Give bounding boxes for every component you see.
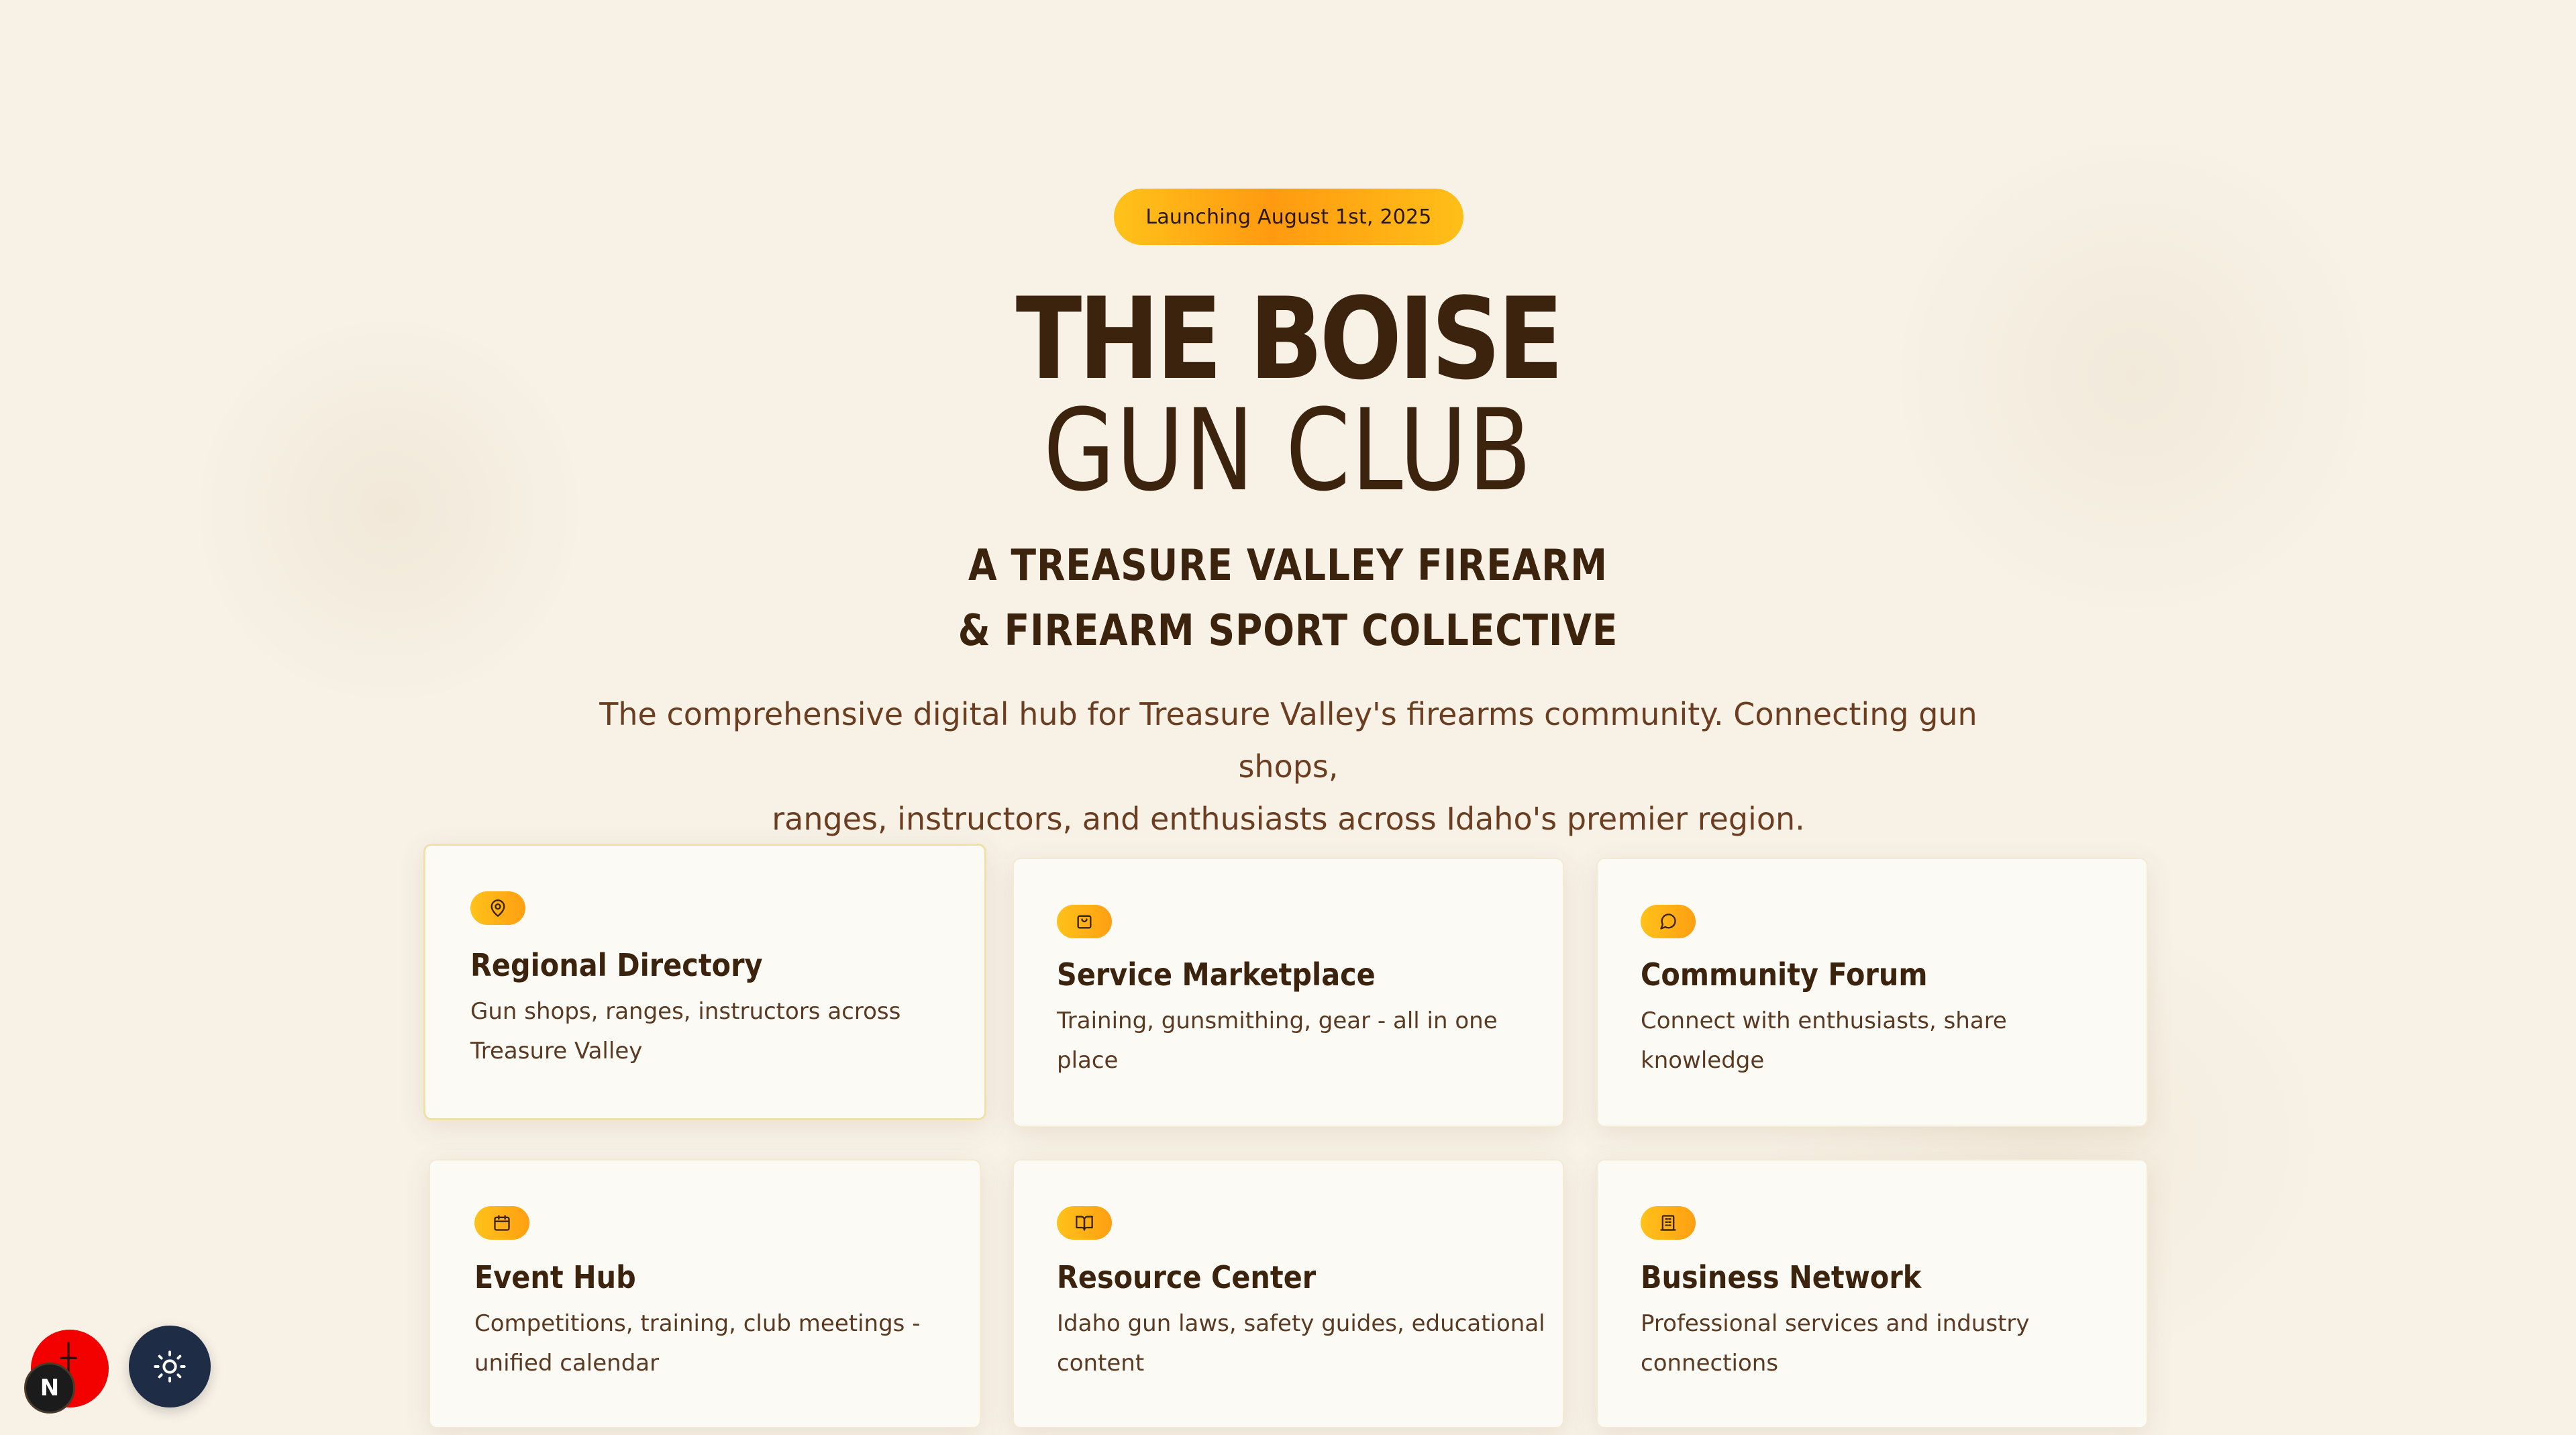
theme-toggle-button[interactable]	[129, 1326, 211, 1407]
feature-card-event-hub[interactable]: Event Hub Competitions, training, club m…	[429, 1159, 981, 1428]
feature-description-line2: Treasure Valley	[470, 1038, 643, 1065]
nextjs-dev-indicator[interactable]: N	[24, 1363, 75, 1414]
feature-title: Business Network	[1641, 1259, 1922, 1295]
feature-description-line1: Connect with enthusiasts, share knowledg…	[1641, 1007, 2007, 1074]
tagline-line2: & FIREARM SPORT COLLECTIVE	[958, 606, 1618, 656]
feature-title: Event Hub	[474, 1259, 636, 1295]
feature-description-line2: content	[1057, 1350, 1145, 1377]
feature-description-line1: Gun shops, ranges, instructors across	[470, 998, 901, 1025]
feature-title: Resource Center	[1057, 1259, 1317, 1295]
feature-description-line1: Training, gunsmithing, gear - all in one…	[1057, 1007, 1498, 1074]
book-open-icon	[1057, 1206, 1112, 1240]
description-line2: ranges, instructors, and enthusiasts acr…	[772, 801, 1805, 837]
feature-description: Connect with enthusiasts, share knowledg…	[1641, 1001, 2137, 1081]
feature-description: Professional services and industry conne…	[1641, 1304, 2137, 1383]
feature-description: Training, gunsmithing, gear - all in one…	[1057, 1001, 1553, 1081]
feature-description-line1: Idaho gun laws, safety guides, education…	[1057, 1310, 1545, 1337]
message-circle-icon	[1641, 905, 1696, 938]
shopping-bag-icon	[1057, 905, 1112, 938]
feature-title: Community Forum	[1641, 956, 1928, 993]
page-title-line2: GUN CLUB	[1043, 385, 1533, 516]
feature-description-line2: connections	[1641, 1350, 1779, 1377]
feature-card-regional-directory[interactable]: Regional Directory Gun shops, ranges, in…	[423, 844, 986, 1120]
feature-description-line2: unified calendar	[474, 1350, 660, 1377]
feature-description: Competitions, training, club meetings - …	[474, 1304, 971, 1383]
feature-card-business-network[interactable]: Business Network Professional services a…	[1596, 1159, 2148, 1428]
feature-card-service-marketplace[interactable]: Service Marketplace Training, gunsmithin…	[1013, 858, 1564, 1127]
feature-description-line1: Professional services and industry	[1641, 1310, 2030, 1337]
map-pin-icon	[470, 891, 525, 925]
sun-icon	[154, 1350, 186, 1383]
building-icon	[1641, 1206, 1696, 1240]
hero-description: The comprehensive digital hub for Treasu…	[577, 688, 2000, 845]
feature-title: Service Marketplace	[1057, 956, 1376, 993]
tagline: A TREASURE VALLEY FIREARM & FIREARM SPOR…	[181, 534, 2396, 664]
calendar-icon	[474, 1206, 529, 1240]
launch-date-badge: Launching August 1st, 2025	[1114, 189, 1463, 245]
feature-card-resource-center[interactable]: Resource Center Idaho gun laws, safety g…	[1013, 1159, 1564, 1428]
tagline-line1: A TREASURE VALLEY FIREARM	[968, 541, 1608, 591]
feature-description-line1: Competitions, training, club meetings -	[474, 1310, 921, 1337]
feature-card-community-forum[interactable]: Community Forum Connect with enthusiasts…	[1596, 858, 2148, 1127]
description-line1: The comprehensive digital hub for Treasu…	[599, 696, 1977, 785]
feature-title: Regional Directory	[470, 947, 763, 983]
feature-description: Gun shops, ranges, instructors across Tr…	[470, 992, 954, 1071]
feature-description: Idaho gun laws, safety guides, education…	[1057, 1304, 1553, 1383]
